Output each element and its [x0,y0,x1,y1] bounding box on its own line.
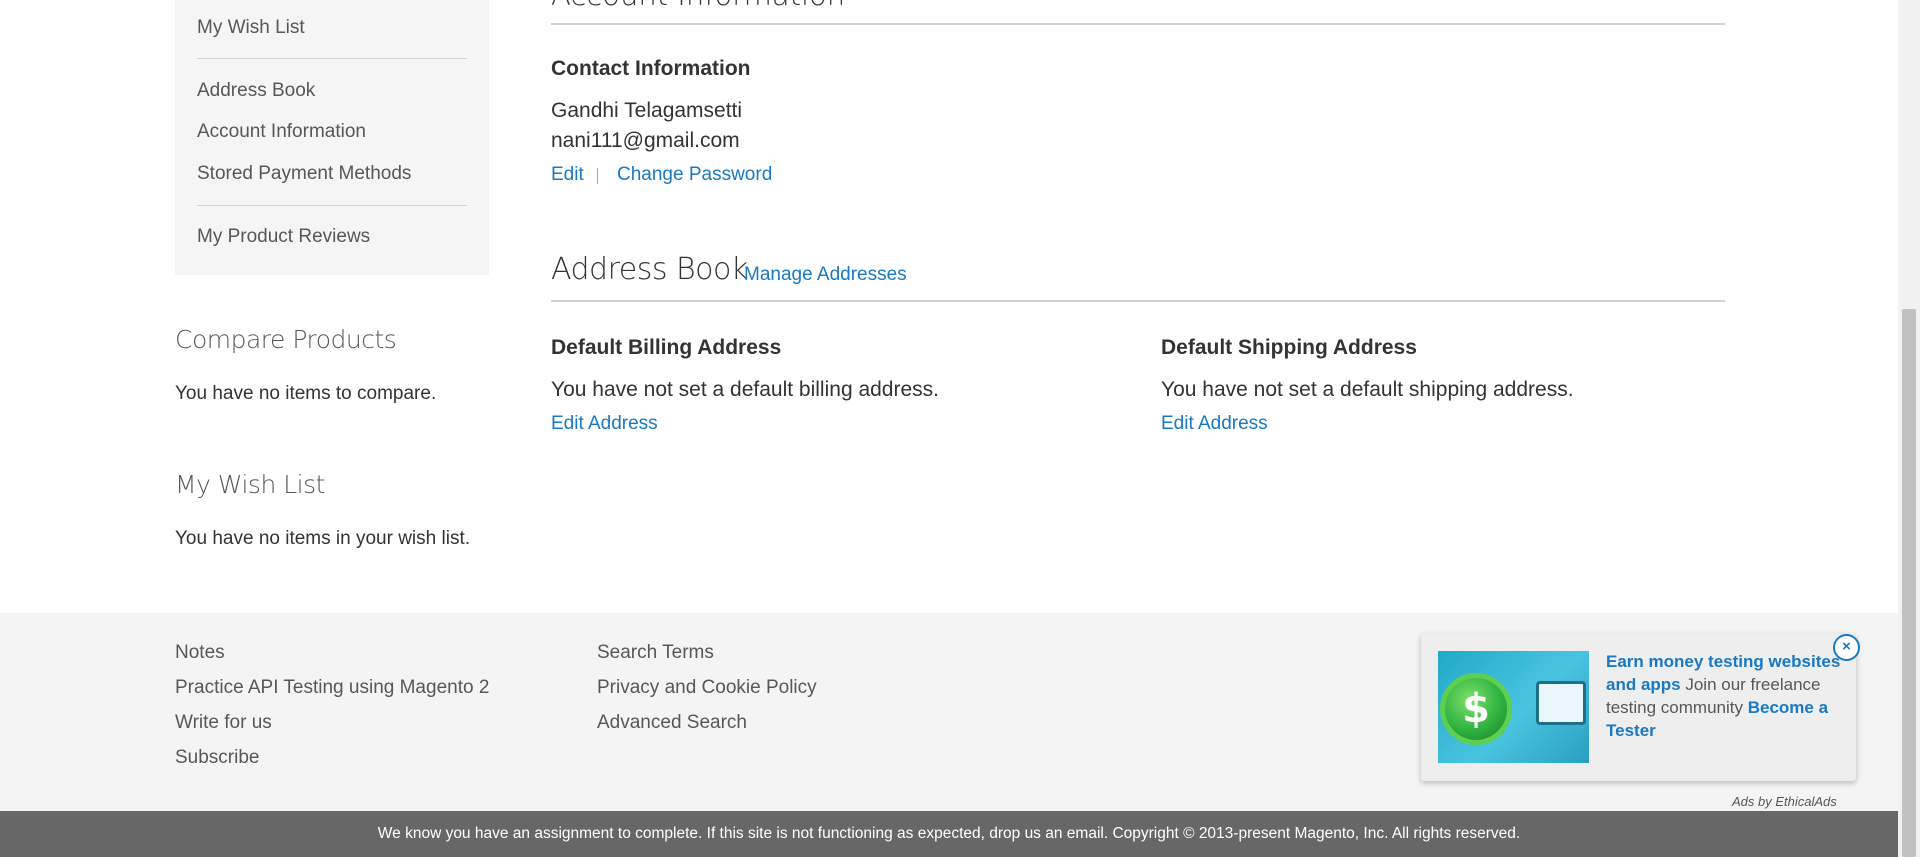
default-billing-heading: Default Billing Address [551,336,782,359]
compare-products-title: Compare Products [175,325,397,354]
account-nav: My Wish List Address Book Account Inform… [175,0,489,275]
footer-link-write-for-us[interactable]: Write for us [175,712,272,734]
wishlist-empty-text: You have no items in your wish list. [175,528,471,549]
link-separator [597,168,598,184]
edit-billing-address-link[interactable]: Edit Address [551,413,658,435]
footer-link-subscribe[interactable]: Subscribe [175,747,260,769]
customer-email: nani111@gmail.com [551,129,740,152]
close-icon[interactable]: × [1833,634,1860,661]
demo-notice-bar: We know you have an assignment to comple… [0,811,1898,857]
contact-information-heading: Contact Information [551,57,751,80]
customer-name: Gandhi Telagamsetti [551,99,743,122]
ad-image[interactable]: $ [1438,651,1589,763]
account-information-title: Account Information [551,0,845,12]
section-divider [551,300,1725,302]
footer-link-advanced-search[interactable]: Advanced Search [597,712,747,734]
wishlist-title: My Wish List [175,470,325,499]
scrollbar-thumb[interactable] [1902,309,1916,857]
nav-item-stored-payment-methods[interactable]: Stored Payment Methods [197,162,411,186]
manage-addresses-link[interactable]: Manage Addresses [744,264,907,286]
nav-divider [197,58,467,59]
nav-item-my-wish-list[interactable]: My Wish List [197,16,305,40]
shipping-address-text: You have not set a default shipping addr… [1161,378,1574,401]
ad-copy[interactable]: Earn money testing websites and apps Joi… [1606,650,1846,742]
nav-item-account-information[interactable]: Account Information [197,120,366,144]
billing-address-text: You have not set a default billing addre… [551,378,939,401]
footer-link-practice-api[interactable]: Practice API Testing using Magento 2 [175,677,489,699]
section-divider [551,23,1725,25]
footer-link-privacy-policy[interactable]: Privacy and Cookie Policy [597,677,817,699]
address-book-title: Address Book [551,252,748,287]
nav-item-address-book[interactable]: Address Book [197,79,315,103]
ad-attribution[interactable]: Ads by EthicalAds [1732,794,1837,809]
change-password-link[interactable]: Change Password [617,164,772,186]
compare-empty-text: You have no items to compare. [175,383,437,404]
ethical-ad[interactable]: $ Earn money testing websites and apps J… [1421,634,1860,781]
edit-shipping-address-link[interactable]: Edit Address [1161,413,1268,435]
edit-contact-link[interactable]: Edit [551,164,584,186]
footer-link-notes[interactable]: Notes [175,642,225,664]
default-shipping-heading: Default Shipping Address [1161,336,1417,359]
vertical-scrollbar[interactable] [1898,0,1920,857]
nav-divider [197,205,467,206]
monitor-icon [1536,681,1586,725]
footer-link-search-terms[interactable]: Search Terms [597,642,714,664]
nav-item-my-product-reviews[interactable]: My Product Reviews [197,225,370,249]
dollar-coin-icon: $ [1440,673,1512,745]
